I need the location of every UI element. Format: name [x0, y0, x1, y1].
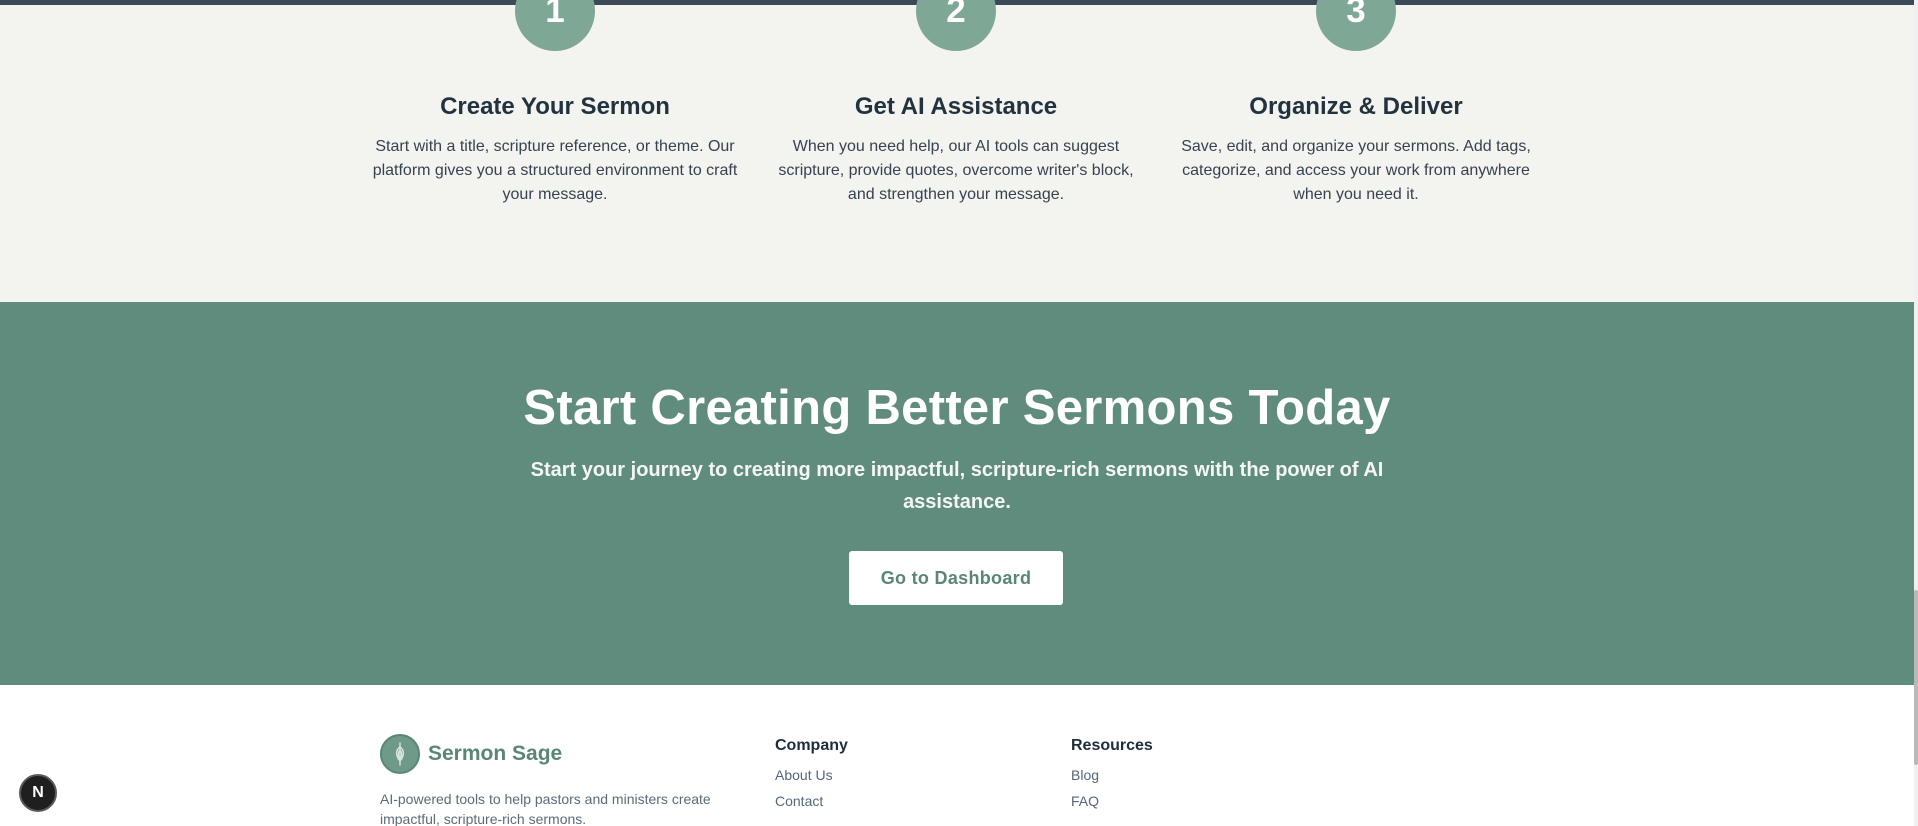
footer-column-resources: Resources Blog FAQ — [1071, 737, 1153, 819]
page: 1 Create Your Sermon Start with a title,… — [0, 0, 1918, 826]
cta-section: Start Creating Better Sermons Today Star… — [0, 302, 1914, 685]
wheat-logo-icon — [380, 734, 420, 774]
step-description: Start with a title, scripture reference,… — [372, 138, 738, 203]
step-title: Get AI Assistance — [854, 93, 1058, 120]
step-number-badge: 1 — [515, 0, 595, 51]
footer-link-about-us[interactable]: About Us — [775, 767, 848, 783]
step-description: Save, edit, and organize your sermons. A… — [1181, 138, 1531, 203]
step-title: Organize & Deliver — [1249, 93, 1463, 120]
footer-link-faq[interactable]: FAQ — [1071, 793, 1153, 809]
cta-subtitle: Start your journey to creating more impa… — [530, 459, 1384, 513]
footer: Sermon Sage AI-powered tools to help pas… — [0, 685, 1914, 826]
step-description: When you need help, our AI tools can sug… — [778, 138, 1134, 203]
brand-name: Sermon Sage — [428, 742, 563, 765]
scrollbar-thumb[interactable] — [1914, 590, 1918, 765]
footer-link-blog[interactable]: Blog — [1071, 767, 1153, 783]
dev-tools-badge[interactable]: N — [19, 774, 57, 812]
go-to-dashboard-button[interactable]: Go to Dashboard — [849, 551, 1063, 605]
step-title: Create Your Sermon — [440, 93, 670, 120]
footer-column-company: Company About Us Contact — [775, 737, 848, 819]
cta-title: Start Creating Better Sermons Today — [523, 381, 1391, 435]
brand-description: AI-powered tools to help pastors and min… — [380, 791, 711, 826]
how-it-works-section: 1 Create Your Sermon Start with a title,… — [0, 0, 1914, 302]
footer-column-title: Resources — [1071, 737, 1153, 754]
footer-link-contact[interactable]: Contact — [775, 793, 848, 809]
step-number-badge: 2 — [916, 0, 996, 51]
footer-column-title: Company — [775, 737, 848, 754]
step-number-badge: 3 — [1316, 0, 1396, 51]
